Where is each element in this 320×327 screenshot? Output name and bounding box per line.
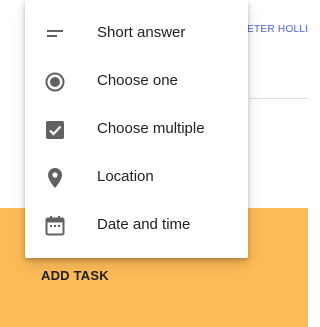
menu-item-label: Choose multiple	[97, 120, 205, 137]
short-text-icon	[43, 22, 67, 46]
question-type-menu: Short answer Choose one Choose multiple …	[25, 0, 248, 258]
menu-item-choose-multiple[interactable]: Choose multiple	[25, 106, 248, 154]
menu-item-short-answer[interactable]: Short answer	[25, 10, 248, 58]
menu-item-date-and-time[interactable]: Date and time	[25, 202, 248, 250]
calendar-icon	[43, 214, 67, 238]
menu-item-label: Date and time	[97, 216, 191, 233]
divider	[250, 98, 308, 99]
menu-item-label: Choose one	[97, 72, 178, 89]
menu-item-label: Location	[97, 168, 154, 185]
add-task-button[interactable]: ADD TASK	[41, 268, 109, 283]
assignee-name[interactable]: PETER HOLLI	[240, 24, 308, 35]
menu-item-choose-one[interactable]: Choose one	[25, 58, 248, 106]
menu-item-location[interactable]: Location	[25, 154, 248, 202]
location-pin-icon	[43, 166, 67, 190]
checkbox-checked-icon	[43, 118, 67, 142]
radio-button-checked-icon	[43, 70, 67, 94]
menu-item-label: Short answer	[97, 24, 186, 41]
